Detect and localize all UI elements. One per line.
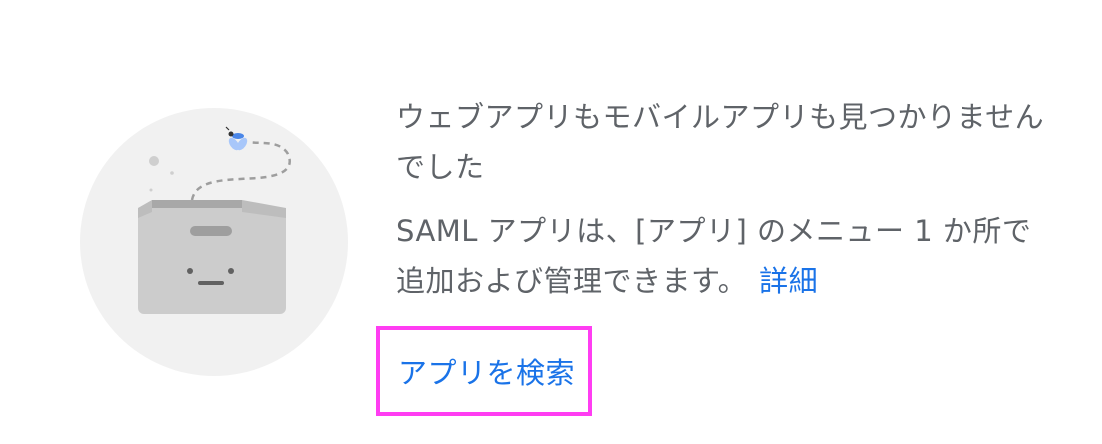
empty-box-with-fly-icon [80,108,348,376]
empty-state-title: ウェブアプリもモバイルアプリも見つかりませんでした [396,100,1045,184]
learn-more-link[interactable]: 詳細 [759,264,818,298]
description-text: SAML アプリは、[アプリ] のメニュー 1 か所で追加および管理できます。 [396,214,1032,298]
search-apps-label: アプリを検索 [398,356,576,390]
search-apps-link[interactable]: アプリを検索 [376,326,592,416]
empty-state-text: ウェブアプリもモバイルアプリも見つかりませんでした SAML アプリは、[アプリ… [396,92,1056,306]
empty-state-description: SAML アプリは、[アプリ] のメニュー 1 か所で追加および管理できます。詳… [396,206,1056,306]
